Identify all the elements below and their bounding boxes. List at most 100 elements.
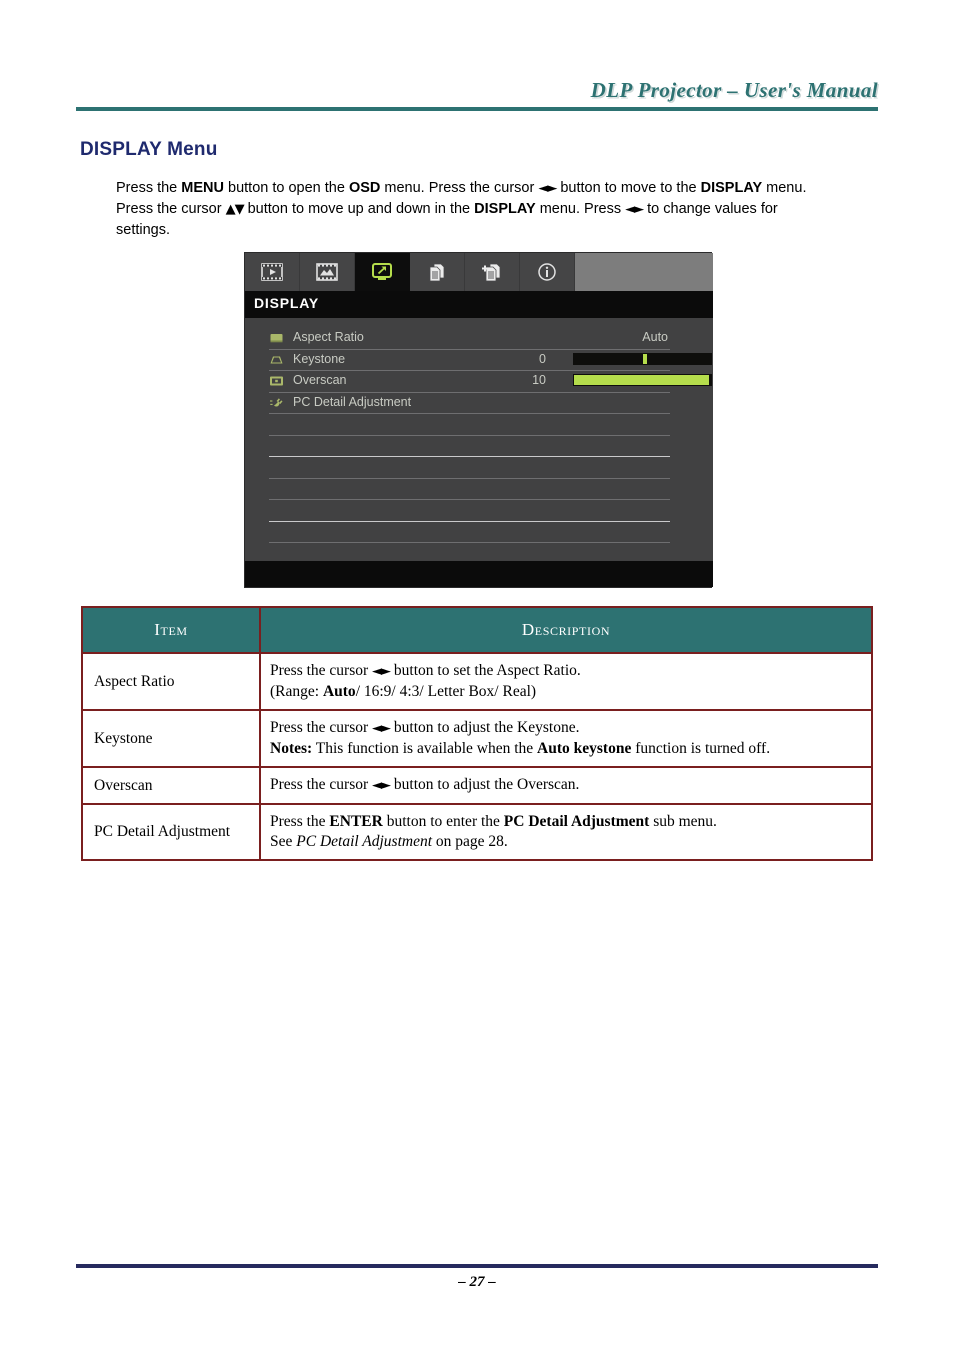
description-text: button to adjust the Keystone. [390,719,580,736]
osd-tab-bar [245,253,713,291]
page-number: – 27 – [458,1274,496,1290]
osd-tab-system-setup-advanced[interactable] [465,253,520,291]
description-line: Press the ENTER button to enter the PC D… [270,812,862,832]
description-text: on page 28. [432,833,508,850]
info-circle-icon [537,262,557,282]
manual-title: DLP Projector – User's Manual [590,78,878,102]
description-text: button to enter the [382,813,504,830]
description-line: Press the cursor ◄► button to adjust the… [270,775,862,796]
description-line: Notes: This function is available when t… [270,739,862,759]
description-line: (Range: Auto/ 16:9/ 4:3/ Letter Box/ Rea… [270,682,862,702]
osd-blank-row [269,436,670,457]
table-cell-description: Press the cursor ◄► button to adjust the… [259,709,873,768]
intro-text-3: menu. Press the cursor [380,180,539,196]
table-body: Aspect Ratio Press the cursor ◄► button t… [81,652,873,861]
intro-display-keyword-1: DISPLAY [700,180,763,196]
up-down-arrow-icon: ▲▼ [225,202,245,217]
aspect-ratio-icon [269,331,284,345]
emphasis-text: Notes: [270,740,313,757]
left-right-arrow-icon-2: ◄► [625,202,644,217]
osd-tab-computer[interactable] [300,253,355,291]
osd-blank-row [269,457,670,479]
table-cell-item: Overscan [81,766,261,805]
left-right-arrow-icon: ◄► [372,778,391,793]
intro-display-keyword-2: DISPLAY [474,201,536,217]
osd-tab-status[interactable] [520,253,575,291]
description-text: This function is available when the [312,740,538,757]
table-row: PC Detail Adjustment Press the ENTER butt… [81,803,873,861]
osd-item-overscan[interactable]: Overscan 10 [269,371,712,393]
osd-blank-row [269,500,670,522]
left-right-arrow-icon: ◄► [372,664,391,679]
intro-text-4: button to move to the [556,180,701,196]
osd-label-aspect-ratio: Aspect Ratio [293,330,364,344]
table-cell-item: Keystone [81,709,261,768]
table-cell-description: Press the cursor ◄► button to adjust the… [259,766,873,805]
emphasis-text: ENTER [329,813,383,830]
description-text: Press the cursor [270,719,373,736]
osd-menu-title: DISPLAY [254,295,319,311]
slider-handle[interactable] [642,353,647,364]
description-text: See [270,833,297,850]
osd-title-bar: DISPLAY [245,291,713,318]
osd-tab-display[interactable] [355,253,410,291]
overscan-icon [269,374,284,388]
osd-label-pc-detail-adjustment: PC Detail Adjustment [293,394,412,409]
description-text: Press the [270,813,330,830]
keystone-icon [269,353,284,367]
left-right-arrow-icon: ◄► [372,721,391,736]
description-text: button to adjust the Overscan. [390,776,580,793]
osd-tab-image[interactable] [245,253,300,291]
osd-value-aspect-ratio: Auto [642,330,668,344]
intro-menu-keyword: MENU [181,180,224,196]
settings-table: Item Description Aspect Ratio Press the c… [81,606,873,861]
intro-osd-keyword: OSD [348,180,381,196]
filmstrip-play-icon [261,263,283,281]
slider-fill [574,375,709,385]
documents-plus-icon [481,262,503,282]
table-row: Overscan Press the cursor ◄► button to ad… [81,766,873,805]
emphasis-text: Auto [322,683,356,700]
table-header-row: Item Description [81,606,873,654]
page-header: DLP Projector – User's Manual [76,78,878,112]
table-cell-description: Press the ENTER button to enter the PC D… [259,803,873,861]
description-line: See PC Detail Adjustment on page 28. [270,832,862,852]
osd-value-overscan: 10 [532,373,546,387]
table-row: Keystone Press the cursor ◄► button to ad… [81,709,873,768]
intro-paragraph: Press the MENU button to open the OSD me… [116,178,816,241]
osd-slider-keystone[interactable] [573,352,712,365]
intro-text-1: Press the [116,180,182,196]
description-text: function is turned off. [631,740,771,757]
description-text: (Range: [270,683,323,700]
table-cell-description: Press the cursor ◄► button to set the As… [259,652,873,711]
osd-item-pc-detail-adjustment[interactable]: PC Detail Adjustment [269,393,670,414]
osd-item-aspect-ratio[interactable]: Aspect Ratio Auto [269,328,670,350]
osd-blank-row [269,414,670,436]
description-text: sub menu. [649,813,717,830]
description-text: Press the cursor [270,776,373,793]
osd-menu-body: Aspect Ratio Auto Keystone 0 Overscan 10… [245,318,713,565]
intro-text-2: button to open the [223,180,349,196]
table-cell-item: Aspect Ratio [81,652,261,711]
documents-icon [427,262,447,282]
description-text: / 16:9/ 4:3/ Letter Box/ Real) [355,683,537,700]
osd-footer-bar [245,561,713,587]
intro-text-6: button to move up and down in the [243,201,475,217]
description-text: Press the cursor [270,662,373,679]
description-text: button to set the Aspect Ratio. [390,662,581,679]
osd-value-keystone: 0 [539,351,546,366]
table-cell-item: PC Detail Adjustment [81,803,261,861]
osd-slider-overscan[interactable] [573,374,712,386]
osd-label-keystone: Keystone [293,351,346,366]
header-divider [76,107,878,111]
reference-text: PC Detail Adjustment [296,833,433,850]
osd-label-overscan: Overscan [293,373,347,387]
table-header-item: Item [81,606,261,654]
osd-tab-system-setup-basic[interactable] [410,253,465,291]
description-line: Press the cursor ◄► button to set the As… [270,661,862,682]
table-row: Aspect Ratio Press the cursor ◄► button t… [81,652,873,711]
osd-item-keystone[interactable]: Keystone 0 [269,350,712,371]
emphasis-text: PC Detail Adjustment [503,813,650,830]
monitor-arrow-icon [371,262,393,282]
table-header-description: Description [259,606,873,654]
